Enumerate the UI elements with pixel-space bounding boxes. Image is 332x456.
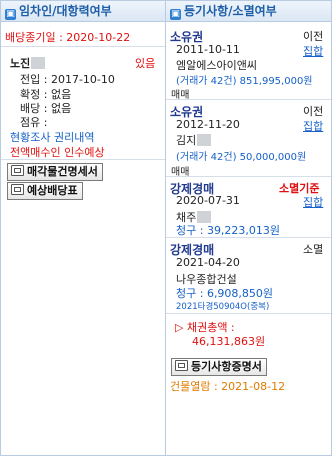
entry-detail: 청구 : 39,223,013원 [176, 224, 281, 237]
divider [1, 159, 165, 160]
entry-status: 소멸 [303, 243, 324, 256]
masked-name [31, 57, 46, 69]
registry-header-label: 등기사항/소멸여부 [184, 4, 277, 18]
button-label: 예상배당표 [27, 184, 78, 197]
tenant-status: 있음 [135, 57, 156, 70]
dividend-table-button[interactable]: 예상배당표 [7, 182, 83, 200]
entry-detail: 청구 : 6,908,850원 [176, 287, 274, 300]
collective-link[interactable]: 집합 [303, 118, 323, 134]
occupancy-row: 점유 : [20, 116, 48, 129]
button-label: 등기사항증명서 [191, 360, 262, 373]
row-label: 전입 [20, 73, 41, 86]
entry-date: 2011-10-11 [176, 43, 240, 56]
tenant-name: 노진 [10, 55, 46, 71]
divider [166, 99, 331, 100]
divider [1, 46, 165, 47]
entry-date: 2021-04-20 [176, 256, 240, 269]
claim-total-amount: 46,131,863원 [192, 335, 266, 348]
registry-header: ▣ 등기사항/소멸여부 [166, 1, 331, 22]
button-label: 매각물건명세서 [27, 165, 98, 178]
holder-text: 김지 [176, 134, 197, 147]
divider [166, 313, 331, 314]
entry-date: 2012-11-20 [176, 118, 240, 131]
tenant-header-label: 임차인/대항력여부 [19, 4, 112, 18]
row-label: 점유 [20, 116, 41, 129]
entry-holder: 엠알에스아이앤씨 [176, 59, 257, 72]
entry-detail: (거래가 42건) 50,000,000원 [176, 152, 307, 163]
rights-panel: ▣ 임차인/대항력여부 배당종기일 : 2020-10-22 노진 있음 전입 :… [0, 0, 332, 456]
tenant-header: ▣ 임차인/대항력여부 [1, 1, 165, 22]
divider [166, 176, 331, 177]
case-number: 2021타경50904O(중복) [176, 302, 270, 312]
entry-holder: 김지 [176, 132, 212, 148]
row-value: 2017-10-10 [50, 73, 115, 86]
entry-status: 이전 [303, 105, 324, 118]
masked-name [197, 134, 212, 146]
tenant-column: ▣ 임차인/대항력여부 배당종기일 : 2020-10-22 노진 있음 전입 :… [1, 1, 166, 455]
registry-certificate-button[interactable]: 등기사항증명서 [171, 358, 267, 376]
entry-detail: (거래가 42건) 851,995,000원 [176, 76, 313, 87]
entry-status: 이전 [303, 30, 324, 43]
registry-column: ▣ 등기사항/소멸여부 소유권 이전 2011-10-11 집합 엠알에스아이앤씨… [166, 1, 331, 455]
document-icon [11, 165, 24, 176]
document-icon [175, 360, 188, 371]
section-icon: ▣ [170, 9, 181, 20]
entry-date: 2020-07-31 [176, 194, 240, 207]
survey-link[interactable]: 현황조사 권리내역 [10, 129, 94, 145]
section-icon: ▣ [5, 9, 16, 20]
dividend-deadline: 배당종기일 : 2020-10-22 [5, 31, 131, 44]
building-view-date: 건물열람 : 2021-08-12 [170, 380, 286, 393]
tenant-name-text: 노진 [10, 57, 31, 70]
document-icon [11, 184, 24, 195]
collective-link[interactable]: 집합 [303, 43, 323, 59]
collective-link[interactable]: 집합 [303, 194, 323, 210]
takeover-note: 전액매수인 인수예상 [10, 146, 105, 159]
row-value: 없음 [50, 102, 72, 115]
divider [166, 237, 331, 238]
move-in-row: 전입 : 2017-10-10 [20, 73, 115, 86]
sale-statement-button[interactable]: 매각물건명세서 [7, 163, 103, 181]
